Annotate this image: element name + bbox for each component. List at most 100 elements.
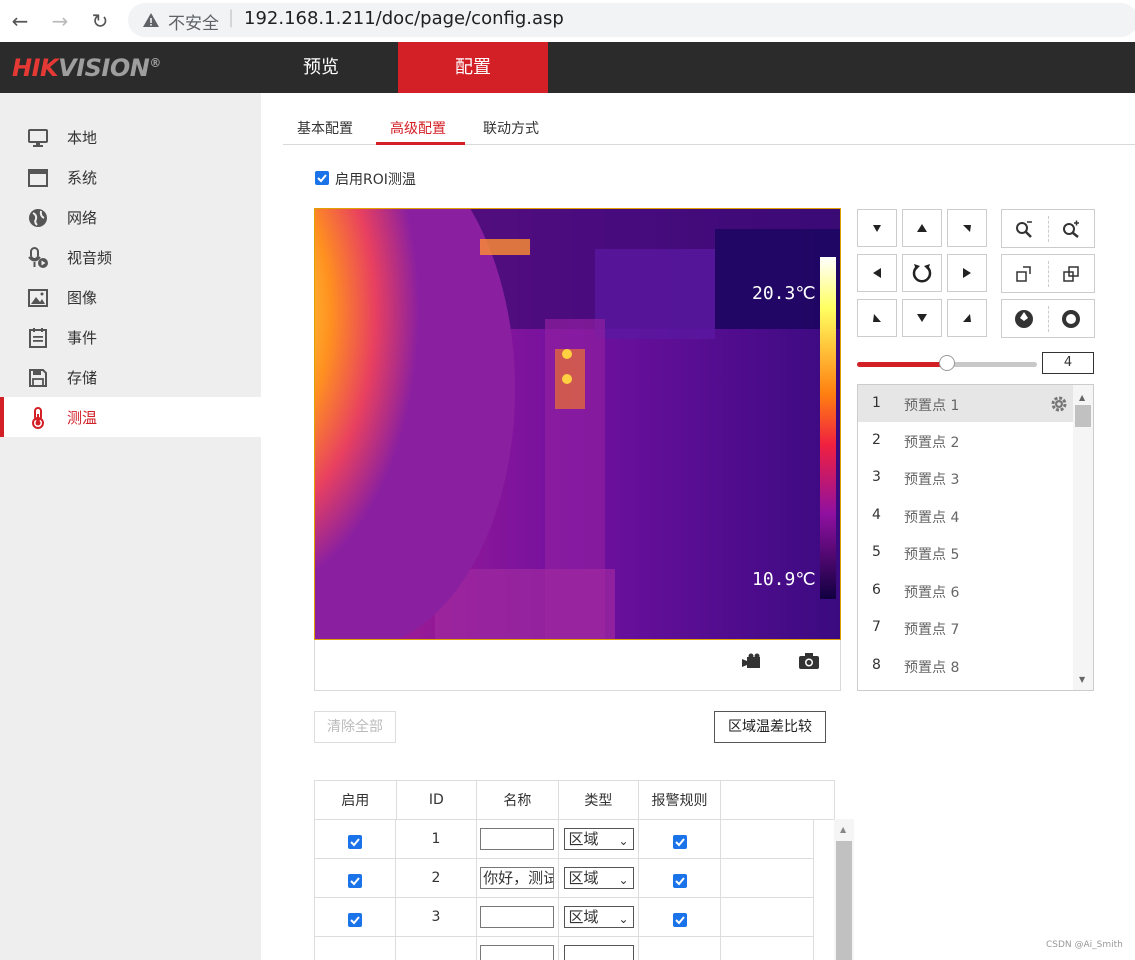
focus-near-icon[interactable] bbox=[1015, 265, 1033, 283]
sidebar-item-label: 视音频 bbox=[67, 249, 113, 267]
row-alarm-checkbox[interactable] bbox=[672, 874, 687, 888]
logo-grey-text: VISION bbox=[58, 54, 150, 82]
row-alarm-checkbox[interactable] bbox=[672, 913, 687, 927]
row-alarm-checkbox[interactable] bbox=[672, 835, 687, 849]
reload-icon[interactable]: ↻ bbox=[85, 6, 115, 36]
ptz-down-left-button[interactable] bbox=[857, 299, 897, 337]
camera-icon[interactable] bbox=[798, 652, 820, 670]
app-header: HIKVISION® 预览 配置 bbox=[0, 42, 1135, 93]
sidebar-item-image[interactable]: 图像 bbox=[0, 277, 261, 317]
zoom-control-group bbox=[1001, 209, 1095, 248]
row-id: 2 bbox=[395, 858, 477, 898]
thermal-video-view[interactable]: 20.3℃ 10.9℃ bbox=[314, 208, 841, 640]
thermal-image: 20.3℃ 10.9℃ bbox=[315, 209, 840, 639]
preset-name: 预置点 5 bbox=[904, 547, 960, 563]
sidebar-item-thermometry[interactable]: 测温 bbox=[0, 397, 261, 437]
preset-number: 1 bbox=[872, 395, 881, 411]
preset-number: 2 bbox=[872, 432, 881, 448]
ptz-up-left-button[interactable] bbox=[857, 209, 897, 247]
preset-number: 4 bbox=[872, 507, 881, 523]
row-name-input[interactable]: 你好，测试 bbox=[480, 867, 555, 889]
browser-toolbar: ← → ↻ 不安全 | 192.168.1.211/doc/page/confi… bbox=[0, 0, 1135, 42]
row-type-select[interactable]: 区域 ⌄ bbox=[563, 867, 634, 889]
scroll-thumb[interactable] bbox=[836, 841, 852, 960]
preset-row[interactable]: 3 预置点 3 bbox=[858, 459, 1073, 496]
scroll-up-icon[interactable]: ▲ bbox=[1079, 393, 1085, 402]
sidebar-item-network[interactable]: 网络 bbox=[0, 197, 261, 237]
url-text[interactable]: 192.168.1.211/doc/page/config.asp bbox=[244, 8, 564, 29]
video-camera-icon[interactable] bbox=[742, 653, 764, 671]
sidebar-item-event[interactable]: 事件 bbox=[0, 317, 261, 357]
preset-number: 3 bbox=[872, 469, 881, 485]
preset-name: 预置点 7 bbox=[904, 622, 960, 638]
preset-row[interactable]: 5 预置点 5 bbox=[858, 534, 1073, 571]
rotate-icon bbox=[912, 264, 932, 283]
preset-number: 7 bbox=[872, 619, 881, 635]
ptz-auto-button[interactable] bbox=[902, 254, 942, 292]
row-enable-checkbox[interactable] bbox=[348, 913, 363, 927]
arrow-left-icon[interactable]: ← bbox=[5, 6, 35, 36]
ptz-down-button[interactable] bbox=[902, 299, 942, 337]
preset-name: 预置点 2 bbox=[904, 435, 960, 451]
table-row: 2 你好，测试 区域 ⌄ bbox=[314, 858, 814, 898]
row-enable-checkbox[interactable] bbox=[348, 835, 363, 849]
row-empty-cell bbox=[719, 819, 814, 859]
address-bar[interactable]: 不安全 | 192.168.1.211/doc/page/config.asp bbox=[128, 3, 1135, 37]
iris-open-icon[interactable] bbox=[1061, 309, 1081, 329]
arrow-down-left-icon bbox=[873, 225, 881, 232]
zoom-out-icon[interactable] bbox=[1015, 220, 1033, 238]
check-icon bbox=[674, 877, 685, 886]
row-name-input[interactable] bbox=[480, 945, 555, 960]
row-name-input[interactable] bbox=[480, 828, 555, 850]
row-type-select[interactable]: 区域 ⌄ bbox=[563, 906, 634, 928]
tab-linkage[interactable]: 联动方式 bbox=[483, 118, 539, 138]
check-icon bbox=[674, 838, 685, 847]
row-enable-checkbox[interactable] bbox=[348, 874, 363, 888]
table-scrollbar[interactable]: ▲ bbox=[834, 819, 854, 960]
row-type-select[interactable]: 区域 ⌄ bbox=[563, 828, 634, 850]
ptz-up-right-button[interactable] bbox=[947, 209, 987, 247]
ptz-up-button[interactable] bbox=[902, 209, 942, 247]
ptz-right-button[interactable] bbox=[947, 254, 987, 292]
sidebar-item-storage[interactable]: 存储 bbox=[0, 357, 261, 397]
iris-close-icon[interactable] bbox=[1014, 309, 1034, 329]
scroll-thumb[interactable] bbox=[1075, 405, 1091, 427]
row-name-input[interactable] bbox=[480, 906, 555, 928]
arrow-right-icon bbox=[963, 268, 971, 278]
ptz-left-button[interactable] bbox=[857, 254, 897, 292]
row-type-select[interactable] bbox=[563, 945, 634, 960]
ptz-speed-value[interactable]: 4 bbox=[1042, 352, 1094, 374]
scroll-up-icon[interactable]: ▲ bbox=[840, 825, 846, 834]
tab-basic-config[interactable]: 基本配置 bbox=[297, 118, 353, 138]
nav-preview[interactable]: 预览 bbox=[261, 42, 381, 93]
region-temp-compare-button[interactable]: 区域温差比较 bbox=[714, 711, 826, 743]
scroll-down-icon[interactable]: ▼ bbox=[1079, 675, 1085, 684]
preset-row[interactable]: 4 预置点 4 bbox=[858, 497, 1073, 534]
clear-all-button[interactable]: 清除全部 bbox=[314, 711, 396, 743]
ptz-speed-slider[interactable] bbox=[857, 355, 1037, 371]
sidebar-item-local[interactable]: 本地 bbox=[0, 117, 261, 157]
preset-row[interactable]: 8 预置点 8 bbox=[858, 647, 1073, 684]
preset-number: 8 bbox=[872, 657, 881, 673]
arrow-right-icon[interactable]: → bbox=[45, 6, 75, 36]
sidebar-item-system[interactable]: 系统 bbox=[0, 157, 261, 197]
arrow-up-icon bbox=[917, 224, 927, 232]
roi-enable-checkbox[interactable] bbox=[315, 171, 329, 185]
preset-scrollbar[interactable]: ▲ ▼ bbox=[1073, 385, 1093, 690]
slider-thumb[interactable] bbox=[939, 355, 955, 371]
focus-far-icon[interactable] bbox=[1062, 265, 1080, 283]
divider bbox=[1048, 306, 1050, 332]
hikvision-logo: HIKVISION® bbox=[12, 54, 161, 82]
nav-config[interactable]: 配置 bbox=[398, 42, 548, 93]
chevron-down-icon: ⌄ bbox=[618, 873, 629, 887]
gear-icon[interactable] bbox=[1050, 395, 1068, 413]
zoom-in-icon[interactable] bbox=[1062, 220, 1080, 238]
tab-advanced-config[interactable]: 高级配置 bbox=[390, 118, 446, 138]
preset-row[interactable]: 2 预置点 2 bbox=[858, 422, 1073, 459]
preset-row[interactable]: 1 预置点 1 bbox=[858, 385, 1073, 422]
preset-row[interactable]: 6 预置点 6 bbox=[858, 572, 1073, 609]
floppy-disk-icon bbox=[29, 369, 47, 387]
preset-row[interactable]: 7 预置点 7 bbox=[858, 609, 1073, 646]
ptz-down-right-button[interactable] bbox=[947, 299, 987, 337]
sidebar-item-audio-video[interactable]: 视音频 bbox=[0, 237, 261, 277]
